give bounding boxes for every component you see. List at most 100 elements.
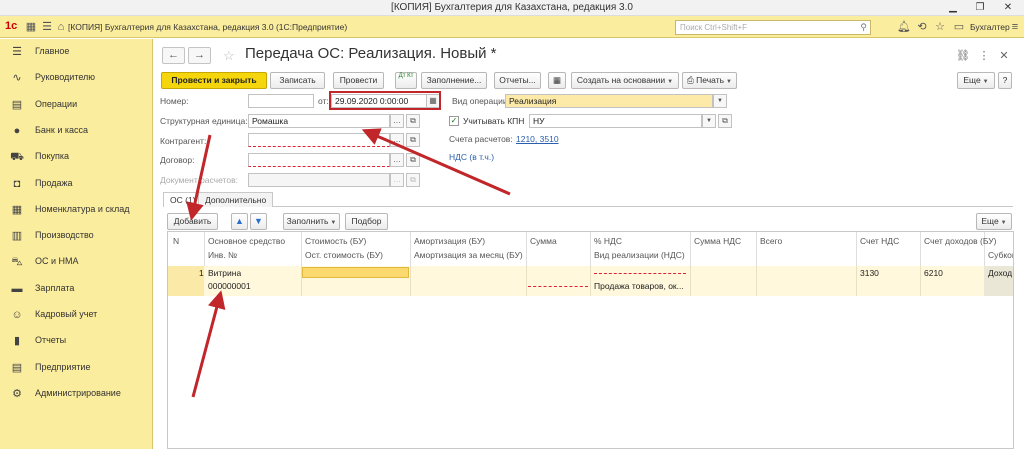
- col-total[interactable]: Всего: [760, 236, 782, 246]
- accounts-link[interactable]: 1210, 3510: [516, 134, 559, 144]
- close-button[interactable]: ✕: [995, 0, 1021, 16]
- sidebar-item-8[interactable]: ▥ Производство: [0, 223, 153, 249]
- contractor-field[interactable]: [248, 133, 390, 147]
- more-button[interactable]: Еще ▼: [957, 72, 995, 89]
- sidebar-item-4[interactable]: ● Банк и касса: [0, 118, 153, 144]
- col-subconto[interactable]: Субконто: [988, 250, 1013, 260]
- user-name[interactable]: Бухгалтер: [970, 22, 1010, 32]
- col-income-account[interactable]: Счет доходов (БУ): [924, 236, 996, 246]
- col-n[interactable]: N: [173, 236, 179, 246]
- print-button[interactable]: ⎙ Печать ▼: [682, 72, 737, 89]
- more-options-icon[interactable]: ⋮: [977, 49, 991, 62]
- save-button[interactable]: Записать: [270, 72, 325, 89]
- open-icon[interactable]: ⧉: [406, 114, 420, 128]
- row-vat-account[interactable]: 3130: [860, 268, 879, 278]
- unit-label: Структурная единица:: [160, 116, 248, 126]
- row-sale-type[interactable]: Продажа товаров, ок...: [594, 281, 688, 291]
- col-vat-sum[interactable]: Сумма НДС: [694, 236, 741, 246]
- table-more-button[interactable]: Еще ▼: [976, 213, 1012, 230]
- residual-input[interactable]: [302, 281, 409, 294]
- operation-select[interactable]: Реализация: [505, 94, 713, 108]
- history-icon[interactable]: ⟲: [915, 19, 929, 35]
- select-ellipsis-button[interactable]: …: [390, 133, 404, 147]
- col-cost[interactable]: Стоимость (БУ): [305, 236, 366, 246]
- row-inv[interactable]: 000000001: [208, 281, 251, 291]
- unit-field[interactable]: Ромашка: [248, 114, 390, 128]
- cost-input[interactable]: [302, 267, 409, 278]
- fill-button[interactable]: Заполнение...: [421, 72, 487, 89]
- home-icon[interactable]: ⌂: [54, 19, 68, 35]
- forward-button[interactable]: →: [188, 47, 211, 64]
- post-and-close-button[interactable]: Провести и закрыть: [161, 72, 267, 89]
- col-sum[interactable]: Сумма: [530, 236, 557, 246]
- close-form-icon[interactable]: ✕: [997, 49, 1011, 62]
- sidebar-item-13[interactable]: ▤ Предприятие: [0, 355, 153, 381]
- sidebar-item-5[interactable]: ⛟ Покупка: [0, 144, 153, 170]
- restore-button[interactable]: ❐: [967, 0, 993, 16]
- row-asset[interactable]: Витрина: [208, 268, 241, 278]
- contract-field[interactable]: [248, 153, 390, 167]
- favorite-star-icon[interactable]: ☆: [223, 48, 235, 64]
- open-icon[interactable]: ⧉: [406, 153, 420, 167]
- reports-button[interactable]: Отчеты...: [494, 72, 541, 89]
- star-icon[interactable]: ☆: [933, 19, 947, 35]
- col-inv[interactable]: Инв. №: [208, 250, 237, 260]
- post-button[interactable]: Провести: [333, 72, 384, 89]
- select-ellipsis-button[interactable]: …: [390, 114, 404, 128]
- tab-additional[interactable]: Дополнительно: [198, 192, 274, 207]
- settings-icon[interactable]: ≡: [1008, 19, 1022, 35]
- add-button[interactable]: Добавить: [167, 213, 218, 230]
- table-icon[interactable]: ▦: [548, 72, 566, 89]
- menu-icon[interactable]: ☰: [40, 19, 54, 35]
- open-icon[interactable]: ⧉: [718, 114, 732, 128]
- col-sale-type[interactable]: Вид реализации (НДС): [594, 250, 685, 260]
- grid-icon[interactable]: ▦: [24, 19, 38, 35]
- settle-doc-field[interactable]: [248, 173, 390, 187]
- sidebar-item-3[interactable]: ▤ Операции: [0, 92, 153, 118]
- bell-icon[interactable]: 🔔︎: [897, 19, 911, 35]
- dt-kt-button[interactable]: Дт Кт: [395, 72, 417, 89]
- minimize-button[interactable]: ▁: [940, 0, 966, 16]
- user-icon[interactable]: ▭: [952, 19, 966, 35]
- sidebar-item-7[interactable]: ▦ Номенклатура и склад: [0, 197, 153, 223]
- help-button[interactable]: ?: [998, 72, 1012, 89]
- search-icon[interactable]: ⚲: [860, 21, 867, 34]
- kpn-checkbox[interactable]: ✓: [449, 116, 459, 126]
- open-icon[interactable]: ⧉: [406, 173, 420, 187]
- select-ellipsis-button[interactable]: …: [390, 153, 404, 167]
- move-up-button[interactable]: ▲: [231, 213, 248, 230]
- move-down-button[interactable]: ▼: [250, 213, 267, 230]
- create-based-button[interactable]: Создать на основании ▼: [571, 72, 679, 89]
- col-monthly-depr[interactable]: Амортизация за месяц (БУ): [414, 250, 523, 260]
- sidebar-item-11[interactable]: ☺ Кадровый учет: [0, 302, 153, 328]
- col-vat-account[interactable]: Счет НДС: [860, 236, 899, 246]
- col-asset[interactable]: Основное средство: [208, 236, 285, 246]
- table-fill-button[interactable]: Заполнить ▼: [283, 213, 340, 230]
- sidebar-item-6[interactable]: ◘ Продажа: [0, 171, 153, 197]
- col-vat-rate[interactable]: % НДС: [594, 236, 622, 246]
- link-icon[interactable]: ⛓: [956, 49, 970, 62]
- row-subconto[interactable]: Доход: [988, 268, 1012, 278]
- table-row[interactable]: 1 Витрина 000000001 Продажа товаров, ок.…: [168, 266, 1013, 296]
- sidebar-item-2[interactable]: ∿ Руководителю: [0, 65, 153, 91]
- open-icon[interactable]: ⧉: [406, 133, 420, 147]
- selection-button[interactable]: Подбор: [345, 213, 388, 230]
- search-input[interactable]: Поиск Ctrl+Shift+F ⚲: [675, 20, 871, 35]
- sidebar-item-1[interactable]: ☰ Главное: [0, 39, 153, 65]
- number-field[interactable]: [248, 94, 314, 108]
- col-residual[interactable]: Ост. стоимость (БУ): [305, 250, 383, 260]
- col-depreciation[interactable]: Амортизация (БУ): [414, 236, 485, 246]
- sidebar-item-12[interactable]: ▮ Отчеты: [0, 328, 153, 354]
- sidebar-item-10[interactable]: ▬ Зарплата: [0, 276, 153, 302]
- chevron-down-icon[interactable]: ▼: [702, 114, 716, 128]
- sidebar-item-9[interactable]: ⛍ ОС и НМА: [0, 249, 153, 275]
- kpn-select[interactable]: НУ: [529, 114, 702, 128]
- sidebar-item-14[interactable]: ⚙ Администрирование: [0, 381, 153, 407]
- building-icon: ▤: [11, 361, 23, 374]
- back-button[interactable]: ←: [162, 47, 185, 64]
- row-income-account[interactable]: 6210: [924, 268, 943, 278]
- tab-os[interactable]: ОС (1): [163, 192, 203, 207]
- chevron-down-icon[interactable]: ▼: [713, 94, 727, 108]
- select-ellipsis-button[interactable]: …: [390, 173, 404, 187]
- nds-link[interactable]: НДС (в т.ч.): [449, 152, 494, 162]
